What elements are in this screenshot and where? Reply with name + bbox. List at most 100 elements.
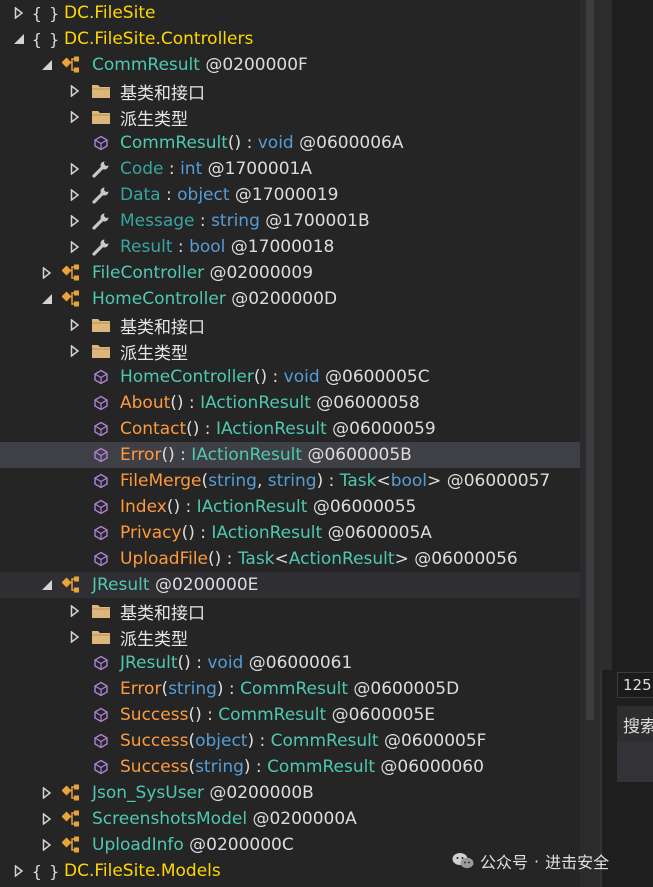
label-segment-ns: DC.FileSite.Controllers — [64, 29, 254, 49]
tree-row[interactable]: Code : int @1700001A — [0, 156, 580, 182]
tree-row[interactable]: Error() : IActionResult @0600005B — [0, 442, 580, 468]
tree-row[interactable]: Message : string @1700001B — [0, 208, 580, 234]
tree-row[interactable]: CommResult() : void @0600006A — [0, 130, 580, 156]
tree-row[interactable]: JResult @0200000E — [0, 572, 580, 598]
expander-placeholder — [68, 448, 82, 462]
label-segment-method-private: Success — [120, 731, 189, 751]
tree-row[interactable]: UploadFile() : Task < ActionResult > @06000… — [0, 546, 580, 572]
tree-row[interactable]: Success(string) : CommResult @06000060 — [0, 754, 580, 780]
collapsed-arrow-icon[interactable] — [68, 240, 82, 254]
tree-row-label: Success() : CommResult @0600005E — [120, 705, 435, 725]
tree-row[interactable]: Contact() : IActionResult @06000059 — [0, 416, 580, 442]
assembly-tree-view[interactable]: { } DC.FileSite{ } DC.FileSite.Controllers… — [0, 0, 580, 887]
label-segment-token: @06000060 — [374, 757, 484, 777]
label-segment-token: @1700001A — [202, 159, 312, 179]
collapsed-arrow-icon[interactable] — [68, 630, 82, 644]
tree-row[interactable]: 派生类型 — [0, 104, 580, 130]
tree-row[interactable]: 派生类型 — [0, 338, 580, 364]
collapsed-arrow-icon[interactable] — [68, 344, 82, 358]
tree-row[interactable]: { } DC.FileSite.Controllers — [0, 26, 580, 52]
label-segment-punct: ( — [201, 471, 209, 491]
label-segment-punct: ) : — [316, 471, 340, 491]
tree-row-label: UploadInfo @0200000C — [92, 835, 294, 855]
tree-row[interactable]: HomeController() : void @0600005C — [0, 364, 580, 390]
label-segment-token: @1700001B — [259, 211, 370, 231]
label-segment-punct: , — [256, 471, 268, 491]
tree-row[interactable]: Success() : CommResult @0600005E — [0, 702, 580, 728]
collapsed-arrow-icon[interactable] — [12, 864, 26, 878]
tree-row[interactable]: Index() : IActionResult @06000055 — [0, 494, 580, 520]
collapsed-arrow-icon[interactable] — [68, 84, 82, 98]
label-segment-token: @0600005F — [378, 731, 487, 751]
method-icon — [90, 679, 112, 699]
label-segment-token: @0200000F — [199, 55, 308, 75]
tree-row-label: FileController @02000009 — [92, 263, 313, 283]
collapsed-arrow-icon[interactable] — [68, 110, 82, 124]
tree-row[interactable]: Result : bool @17000018 — [0, 234, 580, 260]
tree-row[interactable]: About() : IActionResult @06000058 — [0, 390, 580, 416]
collapsed-arrow-icon[interactable] — [68, 162, 82, 176]
expanded-arrow-icon[interactable] — [12, 32, 26, 46]
label-segment-token: @0600005A — [322, 523, 432, 543]
label-segment-punct: ) : — [243, 757, 268, 777]
tree-row-label: Index() : IActionResult @06000055 — [120, 497, 416, 517]
collapsed-arrow-icon[interactable] — [68, 214, 82, 228]
collapsed-arrow-icon[interactable] — [40, 786, 54, 800]
tree-scrollbar-thumb[interactable] — [586, 0, 594, 720]
collapsed-arrow-icon[interactable] — [40, 838, 54, 852]
tree-row[interactable]: 派生类型 — [0, 624, 580, 650]
label-segment-type: CommResult — [218, 705, 327, 725]
tree-row[interactable]: ScreenshotsModel @0200000A — [0, 806, 580, 832]
tree-row-label: Message : string @1700001B — [120, 211, 370, 231]
tree-row-label: JResult() : void @06000061 — [120, 653, 352, 673]
method-icon — [90, 497, 112, 517]
collapsed-arrow-icon[interactable] — [68, 318, 82, 332]
collapsed-arrow-icon[interactable] — [40, 266, 54, 280]
tree-row-label: UploadFile() : Task < ActionResult > @06000… — [120, 549, 518, 569]
tree-row-label: About() : IActionResult @06000058 — [120, 393, 420, 413]
label-segment-method-private: UploadFile — [120, 549, 209, 569]
tree-row[interactable]: FileController @02000009 — [0, 260, 580, 286]
tree-row[interactable]: Data : object @17000019 — [0, 182, 580, 208]
tree-row[interactable]: { } DC.FileSite — [0, 0, 580, 26]
expanded-arrow-icon[interactable] — [40, 58, 54, 72]
tree-row[interactable]: Error(string) : CommResult @0600005D — [0, 676, 580, 702]
label-segment-kw: void — [207, 653, 244, 673]
label-segment-ns: DC.FileSite.Models — [64, 861, 221, 881]
tree-row[interactable]: 基类和接口 — [0, 78, 580, 104]
zoom-level-field[interactable]: 125 — [617, 672, 653, 698]
tree-row[interactable]: 基类和接口 — [0, 312, 580, 338]
label-segment-prop: Message — [120, 211, 195, 231]
tree-row-label: 派生类型 — [120, 105, 188, 130]
collapsed-arrow-icon[interactable] — [68, 188, 82, 202]
label-segment-token: @0200000C — [183, 835, 294, 855]
tree-row[interactable]: CommResult @0200000F — [0, 52, 580, 78]
method-icon — [90, 419, 112, 439]
expanded-arrow-icon[interactable] — [40, 578, 54, 592]
label-segment-method-private: Error — [120, 445, 162, 465]
tree-row[interactable]: Success(object) : CommResult @0600005F — [0, 728, 580, 754]
collapsed-arrow-icon[interactable] — [12, 6, 26, 20]
label-segment-punct: () : — [170, 393, 201, 413]
label-segment-punct: : — [194, 211, 212, 231]
tree-row[interactable]: Privacy() : IActionResult @0600005A — [0, 520, 580, 546]
collapsed-arrow-icon[interactable] — [68, 604, 82, 618]
tree-row[interactable]: JResult() : void @06000061 — [0, 650, 580, 676]
expanded-arrow-icon[interactable] — [40, 292, 54, 306]
label-segment-token: @06000056 — [408, 549, 518, 569]
tree-row-label: Result : bool @17000018 — [120, 237, 334, 257]
tree-row[interactable]: Json_SysUser @0200000B — [0, 780, 580, 806]
label-segment-method: CommResult — [120, 133, 228, 153]
label-segment-method-private: Success — [120, 757, 189, 777]
tree-row-label: FileMerge(string, string) : Task < bool > @… — [120, 471, 550, 491]
tree-row[interactable]: FileMerge(string, string) : Task < bool > @… — [0, 468, 580, 494]
method-icon — [90, 133, 112, 153]
tree-row[interactable]: HomeController @0200000D — [0, 286, 580, 312]
right-pane-strip — [600, 0, 612, 670]
collapsed-arrow-icon[interactable] — [40, 812, 54, 826]
search-tab[interactable]: 搜索 — [617, 706, 653, 742]
folder-icon — [90, 601, 112, 621]
label-segment-punct: : — [172, 237, 190, 257]
expander-placeholder — [68, 682, 82, 696]
tree-row[interactable]: 基类和接口 — [0, 598, 580, 624]
